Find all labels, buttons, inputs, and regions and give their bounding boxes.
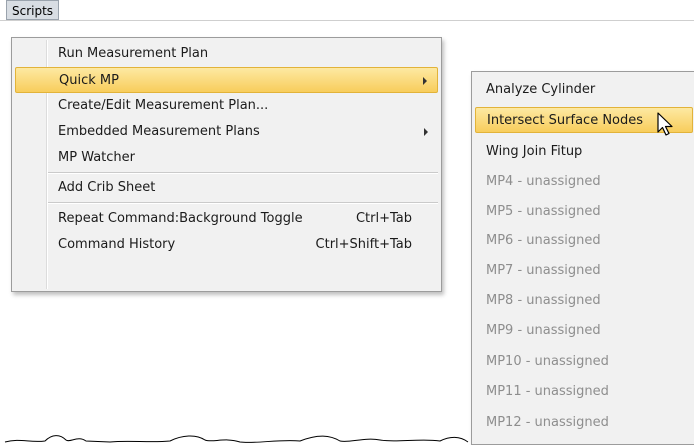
menu-item-quick-mp[interactable]: Quick MP: [15, 67, 438, 93]
menu-item-run-measurement-plan[interactable]: Run Measurement Plan: [15, 41, 438, 67]
menu-item-command-history[interactable]: Command History Ctrl+Shift+Tab: [15, 232, 438, 258]
submenu-item-mp9[interactable]: MP9 - unassigned: [475, 318, 693, 344]
menu-item-create-edit-measurement-plan[interactable]: Create/Edit Measurement Plan...: [15, 93, 438, 119]
menu-item-label: MP11 - unassigned: [486, 384, 609, 399]
menu-item-label: MP9 - unassigned: [486, 323, 601, 338]
menu-item-label: Run Measurement Plan: [58, 46, 209, 61]
submenu-item-mp12[interactable]: MP12 - unassigned: [475, 410, 693, 436]
submenu-item-mp7[interactable]: MP7 - unassigned: [475, 258, 693, 284]
menu-item-label: MP6 - unassigned: [486, 233, 601, 248]
submenu-item-mp5[interactable]: MP5 - unassigned: [475, 199, 693, 225]
scripts-menu: Run Measurement Plan Quick MP Create/Edi…: [11, 37, 442, 292]
menu-separator: [48, 202, 438, 204]
torn-edge-decoration: [4, 435, 469, 443]
menu-item-label: MP5 - unassigned: [486, 204, 601, 219]
menu-item-label: Embedded Measurement Plans: [58, 124, 260, 139]
chevron-right-icon: [423, 77, 427, 85]
submenu-item-mp4[interactable]: MP4 - unassigned: [475, 169, 693, 195]
menu-item-label: MP Watcher: [58, 150, 136, 165]
menu-item-label: Quick MP: [59, 73, 119, 88]
menu-item-label: MP12 - unassigned: [486, 415, 609, 430]
menu-item-label: Analyze Cylinder: [486, 82, 596, 97]
menu-item-label: MP10 - unassigned: [486, 354, 609, 369]
menu-item-add-crib-sheet[interactable]: Add Crib Sheet: [15, 175, 438, 201]
menu-item-label: Wing Join Fitup: [486, 144, 583, 159]
menu-item-repeat-command[interactable]: Repeat Command:Background Toggle Ctrl+Ta…: [15, 206, 438, 232]
menu-item-embedded-measurement-plans[interactable]: Embedded Measurement Plans: [15, 119, 438, 145]
submenu-item-wing-join-fitup[interactable]: Wing Join Fitup: [475, 139, 693, 165]
chevron-right-icon: [424, 128, 428, 136]
submenu-item-mp10[interactable]: MP10 - unassigned: [475, 349, 693, 375]
menu-item-label: Intersect Surface Nodes: [487, 113, 644, 128]
menu-item-label: Add Crib Sheet: [58, 180, 156, 195]
menu-item-label: Command History: [58, 237, 176, 252]
submenu-item-mp6[interactable]: MP6 - unassigned: [475, 228, 693, 254]
menu-item-mp-watcher[interactable]: MP Watcher: [15, 145, 438, 171]
menu-item-label: MP4 - unassigned: [486, 174, 601, 189]
menu-item-shortcut: Ctrl+Tab: [355, 211, 412, 226]
menu-item-shortcut: Ctrl+Shift+Tab: [315, 237, 412, 252]
menu-item-label: MP8 - unassigned: [486, 293, 601, 308]
submenu-item-mp11[interactable]: MP11 - unassigned: [475, 379, 693, 405]
submenu-item-analyze-cylinder[interactable]: Analyze Cylinder: [475, 77, 693, 103]
mouse-pointer-icon: [657, 112, 673, 136]
menu-scripts[interactable]: Scripts: [6, 0, 60, 20]
menu-separator: [48, 172, 438, 174]
menu-bar: Scripts: [0, 0, 694, 21]
submenu-item-mp8[interactable]: MP8 - unassigned: [475, 288, 693, 314]
menu-item-label: MP7 - unassigned: [486, 263, 601, 278]
menu-item-label: Create/Edit Measurement Plan...: [58, 98, 269, 113]
menu-item-label: Repeat Command:Background Toggle: [58, 211, 303, 226]
